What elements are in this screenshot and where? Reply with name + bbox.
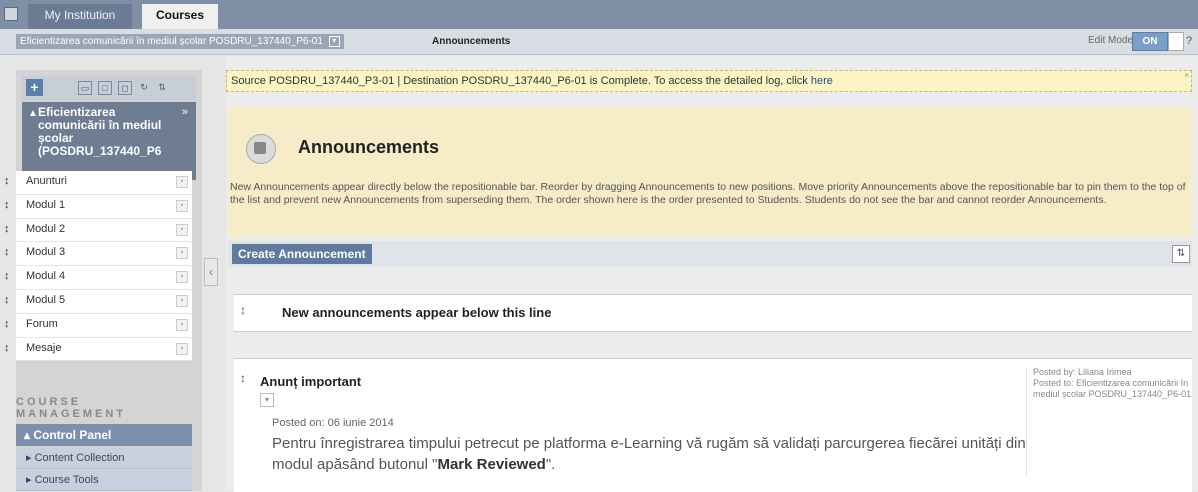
item-options-icon[interactable]: ▪	[176, 342, 188, 355]
sidebar-item-modul-2[interactable]: ↕ Modul 2 ▪	[4, 218, 192, 243]
breadcrumb-course[interactable]: Eficientizarea comunicării în mediul șco…	[16, 34, 344, 49]
sidebar-item-label[interactable]: Modul 2	[26, 223, 65, 235]
item-options-icon[interactable]: ▪	[176, 199, 188, 212]
cp-item-label[interactable]: Content Collection	[35, 452, 125, 464]
sidebar-item-label[interactable]: Mesaje	[26, 342, 61, 354]
expand-arrows-icon[interactable]: »	[182, 106, 188, 118]
notice-text: Source POSDRU_137440_P3-01 | Destination…	[231, 75, 808, 87]
menu-icon[interactable]	[4, 7, 18, 21]
sidebar-item-label[interactable]: Modul 1	[26, 199, 65, 211]
repositionable-bar[interactable]: ↕ New announcements appear below this li…	[234, 294, 1192, 332]
repositionable-bar-label: New announcements appear below this line	[282, 305, 552, 320]
sidebar-item-label[interactable]: Anunturi	[26, 175, 67, 187]
list-view-icon[interactable]: □	[98, 81, 112, 95]
drag-handle-icon[interactable]: ↕	[4, 270, 10, 282]
course-menu-list: ↕ Anunturi ▪ ↕ Modul 1 ▪ ↕ Modul 2 ▪ ↕ Modul 3 ▪…	[4, 171, 192, 362]
drag-handle-icon[interactable]: ↕	[4, 199, 10, 211]
collapse-caret-icon[interactable]: ▲	[28, 108, 38, 119]
window-icon[interactable]: ◻	[118, 81, 132, 95]
add-menu-item-button[interactable]: +	[26, 79, 43, 96]
drag-handle-icon[interactable]: ↕	[240, 303, 246, 317]
sidebar-item-label[interactable]: Modul 5	[26, 294, 65, 306]
item-options-icon[interactable]: ▪	[176, 247, 188, 260]
course-header[interactable]: ▲ » Eficientizarea comunicării în mediul…	[22, 102, 196, 180]
item-options-icon[interactable]: ▪	[176, 318, 188, 331]
sidebar-item-label[interactable]: Modul 3	[26, 246, 65, 258]
action-bar: Create Announcement ⇅	[228, 241, 1192, 267]
item-options-icon[interactable]: ▪	[176, 271, 188, 284]
breadcrumb-bar: Eficientizarea comunicării în mediul șco…	[0, 29, 1198, 55]
drag-handle-icon[interactable]: ↕	[4, 342, 10, 354]
control-panel-label[interactable]: Control Panel	[33, 428, 111, 442]
drag-handle-icon[interactable]: ↕	[4, 175, 10, 187]
control-panel-header[interactable]: ▴ Control Panel	[16, 424, 192, 446]
cp-item-label[interactable]: Course Tools	[35, 474, 99, 486]
reorder-icon[interactable]: ⇅	[156, 81, 168, 93]
reorder-icon[interactable]: ⇅	[1172, 245, 1190, 263]
announcement-date: Posted on: 06 iunie 2014	[272, 417, 394, 429]
collapse-sidebar-button[interactable]: ‹	[204, 258, 218, 286]
close-icon[interactable]: ×	[1184, 70, 1189, 80]
sidebar-item-modul-3[interactable]: ↕ Modul 3 ▪	[4, 242, 192, 267]
announcement-meta: Posted by: Liliana Irimea Posted to: Efi…	[1026, 367, 1193, 477]
posted-to: Posted to: Eficientizarea comunicării în…	[1033, 378, 1192, 399]
edit-mode-toggle[interactable]: ON	[1132, 32, 1168, 51]
create-announcement-button[interactable]: Create Announcement	[232, 244, 372, 264]
item-options-icon[interactable]: ▪	[176, 294, 188, 307]
sidebar-item-forum[interactable]: ↕ Forum ▪	[4, 313, 192, 338]
page-header: Announcements New Announcements appear d…	[228, 107, 1192, 237]
drag-handle-icon[interactable]: ↕	[4, 318, 10, 330]
sidebar-item-modul-5[interactable]: ↕ Modul 5 ▪	[4, 289, 192, 314]
item-options-icon[interactable]: ▪	[176, 223, 188, 236]
breadcrumb-page: Announcements	[432, 36, 511, 47]
sidebar-item-label[interactable]: Modul 4	[26, 270, 65, 282]
edit-mode-off-switch[interactable]	[1168, 32, 1184, 51]
announcement-body-suffix: ".	[545, 456, 556, 473]
announcement-body: Pentru înregistrarea timpului petrecut p…	[272, 433, 1032, 475]
folder-view-icon[interactable]: ▭	[78, 81, 92, 95]
sidebar-item-modul-1[interactable]: ↕ Modul 1 ▪	[4, 194, 192, 219]
refresh-icon[interactable]: ↻	[138, 81, 150, 93]
sidebar-item-label[interactable]: Forum	[26, 318, 58, 330]
chevron-down-icon[interactable]: ▾	[260, 393, 274, 407]
drag-handle-icon[interactable]: ↕	[4, 294, 10, 306]
course-title[interactable]: Eficientizarea comunicării în mediul șco…	[38, 106, 178, 158]
sidebar-item-anunturi[interactable]: ↕ Anunturi ▪	[4, 171, 192, 195]
drag-handle-icon[interactable]: ↕	[4, 246, 10, 258]
announcement-title: Anunț important	[260, 374, 362, 389]
page-description: New Announcements appear directly below …	[230, 181, 1186, 206]
tab-my-institution[interactable]: My Institution	[28, 4, 132, 29]
sidebar-item-modul-4[interactable]: ↕ Modul 4 ▪	[4, 266, 192, 290]
announcement-body-bold: Mark Reviewed	[437, 456, 546, 473]
chevron-down-icon[interactable]: ▾	[328, 35, 340, 47]
posted-by: Posted by: Liliana Irimea	[1033, 367, 1132, 377]
announcement-item: ↕ Anunț important ▾ Posted on: 06 iunie …	[234, 358, 1192, 492]
help-button[interactable]: ?	[1186, 35, 1192, 47]
drag-handle-icon[interactable]: ↕	[4, 223, 10, 235]
tab-courses[interactable]: Courses	[142, 4, 218, 29]
copy-complete-notice: Source POSDRU_137440_P3-01 | Destination…	[226, 70, 1192, 92]
breadcrumb-course-label[interactable]: Eficientizarea comunicării în mediul șco…	[20, 36, 323, 47]
top-navigation-bar: My Institution Courses	[0, 0, 1198, 29]
announcements-icon	[246, 134, 276, 164]
course-menu-toolbar: + ▭ □ ◻ ↻ ⇅	[22, 76, 196, 100]
course-management-heading: COURSE MANAGEMENT	[16, 396, 127, 420]
announcement-body-prefix: Pentru înregistrarea timpului petrecut p…	[272, 435, 1026, 473]
cp-item-content-collection[interactable]: ▸ Content Collection	[16, 448, 192, 469]
notice-link[interactable]: here	[811, 75, 833, 87]
sidebar-item-mesaje[interactable]: ↕ Mesaje ▪	[4, 337, 192, 362]
page-title: Announcements	[298, 137, 440, 157]
main-content: Source POSDRU_137440_P3-01 | Destination…	[226, 56, 1198, 492]
drag-handle-icon[interactable]: ↕	[240, 371, 246, 385]
cp-item-course-tools[interactable]: ▸ Course Tools	[16, 470, 192, 491]
item-options-icon[interactable]: ▪	[176, 176, 188, 188]
